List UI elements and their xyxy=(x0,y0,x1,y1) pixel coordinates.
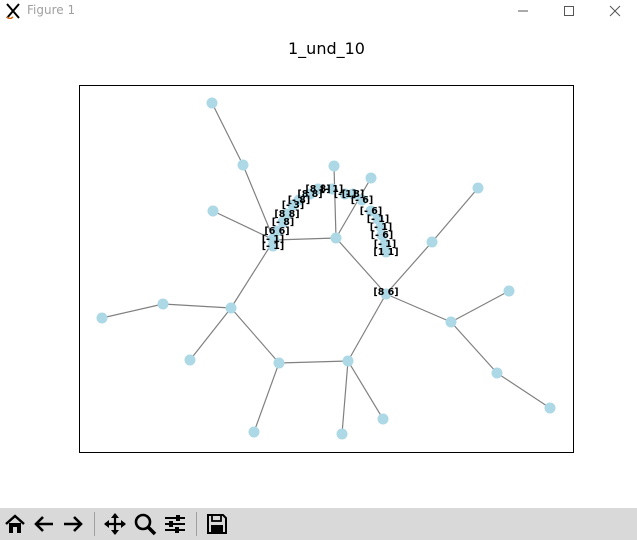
node-label: [8 6] xyxy=(373,287,398,298)
graph-node xyxy=(207,205,219,217)
graph-node xyxy=(225,302,237,314)
graph-edge xyxy=(101,303,164,319)
graph-edge xyxy=(431,187,479,243)
toolbar-separator xyxy=(94,512,95,536)
graph-node xyxy=(365,172,377,184)
graph-edge xyxy=(253,362,280,433)
home-button[interactable] xyxy=(2,510,28,538)
graph-node xyxy=(237,159,249,171)
back-button[interactable] xyxy=(31,510,57,538)
graph-labels: [8 6][- 1][- 1][6 6][- 8][8 8][- 3][- 8]… xyxy=(262,184,399,298)
forward-button[interactable] xyxy=(60,510,86,538)
graph-node xyxy=(544,402,556,414)
pan-icon xyxy=(104,513,126,535)
home-icon xyxy=(5,514,25,533)
network-graph: [8 6][- 1][- 1][6 6][- 8][8 8][- 3][- 8]… xyxy=(96,97,556,440)
configure-subplots-icon xyxy=(165,515,185,533)
graph-edge xyxy=(211,102,244,166)
graph-node xyxy=(336,428,348,440)
graph-nodes xyxy=(96,97,556,440)
graph-edge xyxy=(333,165,337,239)
graph-edge xyxy=(230,307,280,364)
graph-node xyxy=(472,182,484,194)
graph-node xyxy=(96,312,108,324)
node-label: [1 1] xyxy=(373,247,398,258)
configure-subplots-button[interactable] xyxy=(162,510,188,538)
graph-node xyxy=(184,354,196,366)
graph-node xyxy=(206,97,218,109)
graph-edges xyxy=(101,102,551,435)
graph-node xyxy=(342,355,354,367)
graph-edge xyxy=(341,360,349,435)
zoom-button[interactable] xyxy=(132,510,158,538)
graph-node xyxy=(157,298,169,310)
graph-edge xyxy=(496,372,551,409)
graph-edge xyxy=(347,293,387,362)
back-arrow-icon xyxy=(34,516,53,532)
navigation-toolbar xyxy=(0,508,637,540)
graph-edge xyxy=(189,307,232,361)
save-icon xyxy=(207,514,227,534)
graph-node xyxy=(491,367,503,379)
graph-edge xyxy=(162,303,232,309)
graph-edge xyxy=(450,321,498,374)
node-label: [- 6] xyxy=(351,195,374,206)
graph-edge xyxy=(347,360,384,420)
graph-node xyxy=(273,357,285,369)
graph-node xyxy=(503,285,515,297)
save-button[interactable] xyxy=(204,510,230,538)
toolbar-separator xyxy=(196,512,197,536)
graph-node xyxy=(248,426,260,438)
zoom-icon xyxy=(134,513,157,536)
graph-node xyxy=(445,316,457,328)
graph-edge xyxy=(450,290,510,323)
graph-edge xyxy=(385,293,452,323)
forward-arrow-icon xyxy=(64,516,83,532)
graph-edge xyxy=(278,360,349,364)
graph-node xyxy=(328,160,340,172)
graph-node xyxy=(330,232,342,244)
pan-button[interactable] xyxy=(102,510,128,538)
graph-node xyxy=(426,236,438,248)
graph-node xyxy=(377,413,389,425)
